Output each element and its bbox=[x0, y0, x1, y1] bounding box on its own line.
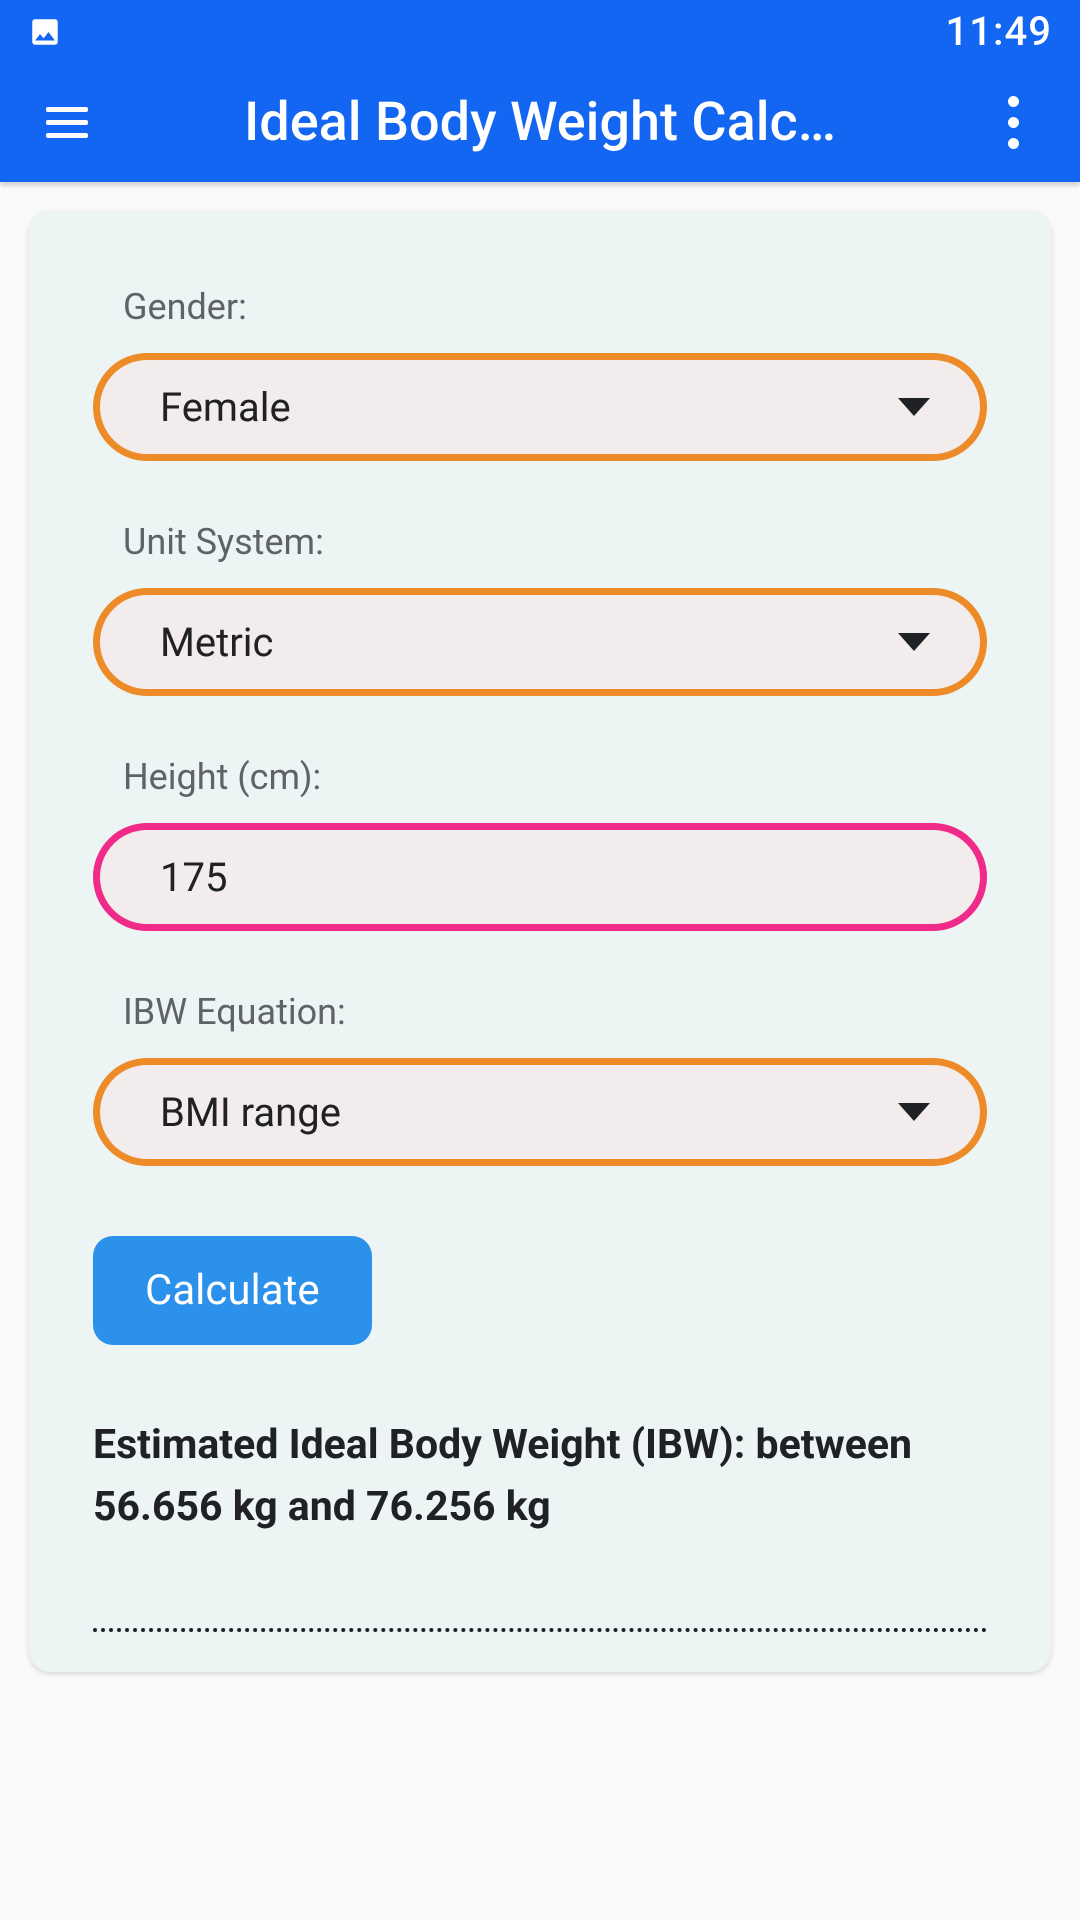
status-bar: 11:49 bbox=[0, 0, 1080, 63]
unit-system-label: Unit System: bbox=[93, 521, 987, 563]
chevron-down-icon bbox=[898, 1103, 930, 1121]
result-text: Estimated Ideal Body Weight (IBW): betwe… bbox=[93, 1415, 987, 1538]
divider bbox=[93, 1628, 987, 1632]
calculator-card: Gender: Female Unit System: Metric Heigh… bbox=[29, 211, 1051, 1672]
more-menu-icon[interactable] bbox=[992, 96, 1034, 149]
unit-system-value: Metric bbox=[160, 619, 273, 666]
gender-label: Gender: bbox=[93, 286, 987, 328]
unit-system-select[interactable]: Metric bbox=[93, 588, 987, 696]
status-time: 11:49 bbox=[946, 8, 1052, 55]
equation-form-group: IBW Equation: BMI range bbox=[93, 991, 987, 1166]
calculate-button[interactable]: Calculate bbox=[93, 1236, 372, 1345]
gallery-icon bbox=[28, 15, 62, 49]
gender-select[interactable]: Female bbox=[93, 353, 987, 461]
gender-value: Female bbox=[160, 384, 291, 431]
height-field[interactable] bbox=[160, 854, 920, 901]
height-input-wrapper[interactable] bbox=[93, 823, 987, 931]
app-bar: Ideal Body Weight Calc… bbox=[0, 63, 1080, 182]
equation-value: BMI range bbox=[160, 1089, 341, 1136]
equation-select[interactable]: BMI range bbox=[93, 1058, 987, 1166]
content-wrapper: Gender: Female Unit System: Metric Heigh… bbox=[0, 182, 1080, 1701]
page-title: Ideal Body Weight Calc… bbox=[88, 91, 992, 154]
card-inner: Gender: Female Unit System: Metric Heigh… bbox=[61, 286, 1019, 1632]
hamburger-menu-icon[interactable] bbox=[46, 107, 88, 138]
height-label: Height (cm): bbox=[93, 756, 987, 798]
height-form-group: Height (cm): bbox=[93, 756, 987, 931]
chevron-down-icon bbox=[898, 398, 930, 416]
unit-system-form-group: Unit System: Metric bbox=[93, 521, 987, 696]
gender-form-group: Gender: Female bbox=[93, 286, 987, 461]
equation-label: IBW Equation: bbox=[93, 991, 987, 1033]
chevron-down-icon bbox=[898, 633, 930, 651]
